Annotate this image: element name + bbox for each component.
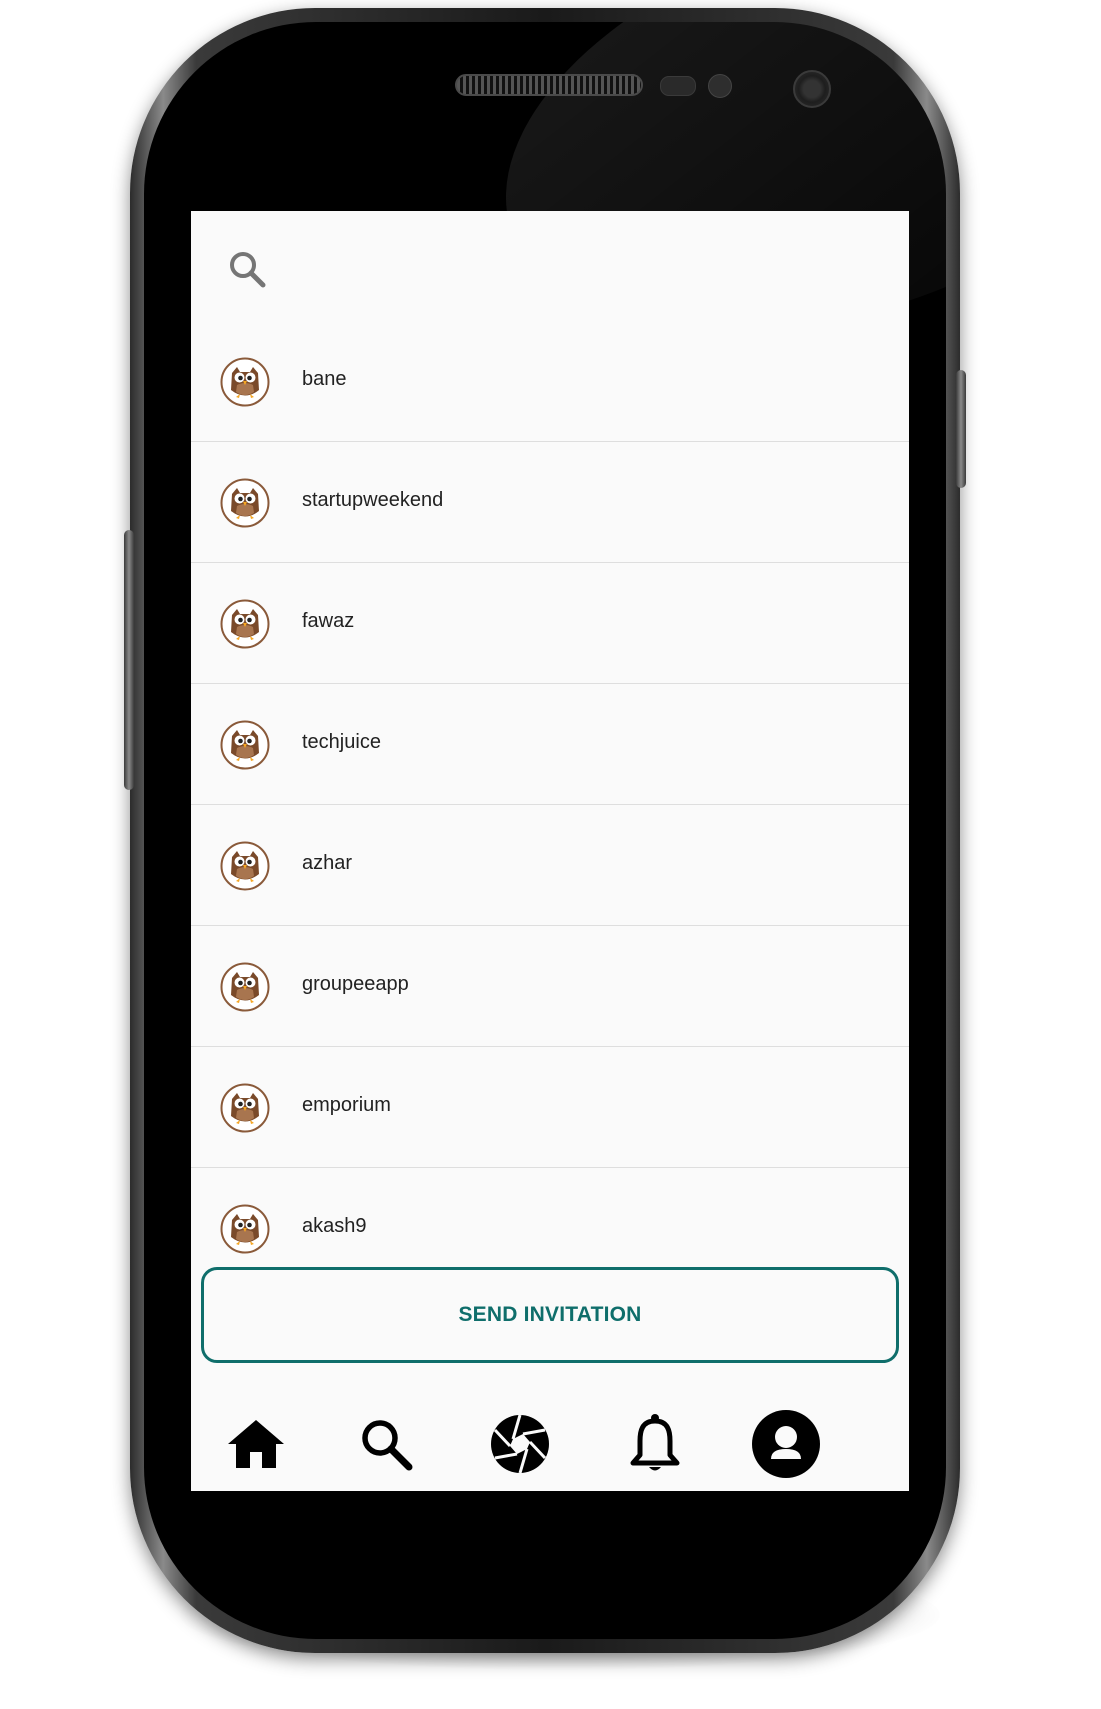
light-sensor — [708, 74, 732, 98]
nav-camera[interactable] — [485, 1409, 555, 1479]
app-screen: bane startupweekend fawaz techjuice azha… — [191, 211, 909, 1491]
power-button — [956, 370, 966, 488]
earpiece-speaker — [455, 74, 643, 96]
owl-avatar-icon — [220, 1204, 270, 1254]
bell-icon — [630, 1414, 680, 1471]
contact-username: emporium — [302, 1094, 391, 1116]
list-item[interactable]: azhar — [191, 805, 909, 926]
list-item[interactable]: fawaz — [191, 563, 909, 684]
send-invitation-label: SEND INVITATION — [458, 1303, 642, 1326]
home-icon — [228, 1420, 284, 1468]
nav-home[interactable] — [221, 1409, 291, 1479]
profile-icon — [752, 1410, 820, 1478]
nav-search[interactable] — [351, 1409, 421, 1479]
owl-avatar-icon — [220, 357, 270, 407]
owl-avatar-icon — [220, 720, 270, 770]
contact-list: bane startupweekend fawaz techjuice azha… — [191, 321, 909, 1289]
nav-notifications[interactable] — [620, 1409, 690, 1479]
contact-username: fawaz — [302, 610, 355, 632]
list-item[interactable]: emporium — [191, 1047, 909, 1168]
owl-avatar-icon — [220, 599, 270, 649]
nav-profile[interactable] — [751, 1409, 821, 1479]
contact-username: azhar — [302, 852, 353, 874]
front-camera — [793, 70, 831, 108]
list-item[interactable]: startupweekend — [191, 442, 909, 563]
contact-username: groupeeapp — [302, 973, 409, 995]
search-icon[interactable] — [227, 249, 267, 289]
owl-avatar-icon — [220, 1083, 270, 1133]
owl-avatar-icon — [220, 478, 270, 528]
bottom-navigation — [191, 1391, 909, 1491]
list-item[interactable]: bane — [191, 321, 909, 442]
camera-shutter-icon — [491, 1414, 549, 1474]
search-bar — [191, 211, 909, 321]
proximity-sensor — [660, 76, 696, 96]
send-invitation-button[interactable]: SEND INVITATION — [201, 1267, 899, 1363]
search-input[interactable] — [291, 241, 875, 299]
owl-avatar-icon — [220, 841, 270, 891]
volume-button — [124, 530, 134, 790]
contact-username: bane — [302, 368, 347, 390]
list-item[interactable]: techjuice — [191, 684, 909, 805]
owl-avatar-icon — [220, 962, 270, 1012]
contact-username: startupweekend — [302, 489, 444, 511]
list-item[interactable]: groupeeapp — [191, 926, 909, 1047]
contact-username: akash9 — [302, 1215, 367, 1237]
search-icon — [362, 1420, 413, 1471]
contact-username: techjuice — [302, 731, 381, 753]
